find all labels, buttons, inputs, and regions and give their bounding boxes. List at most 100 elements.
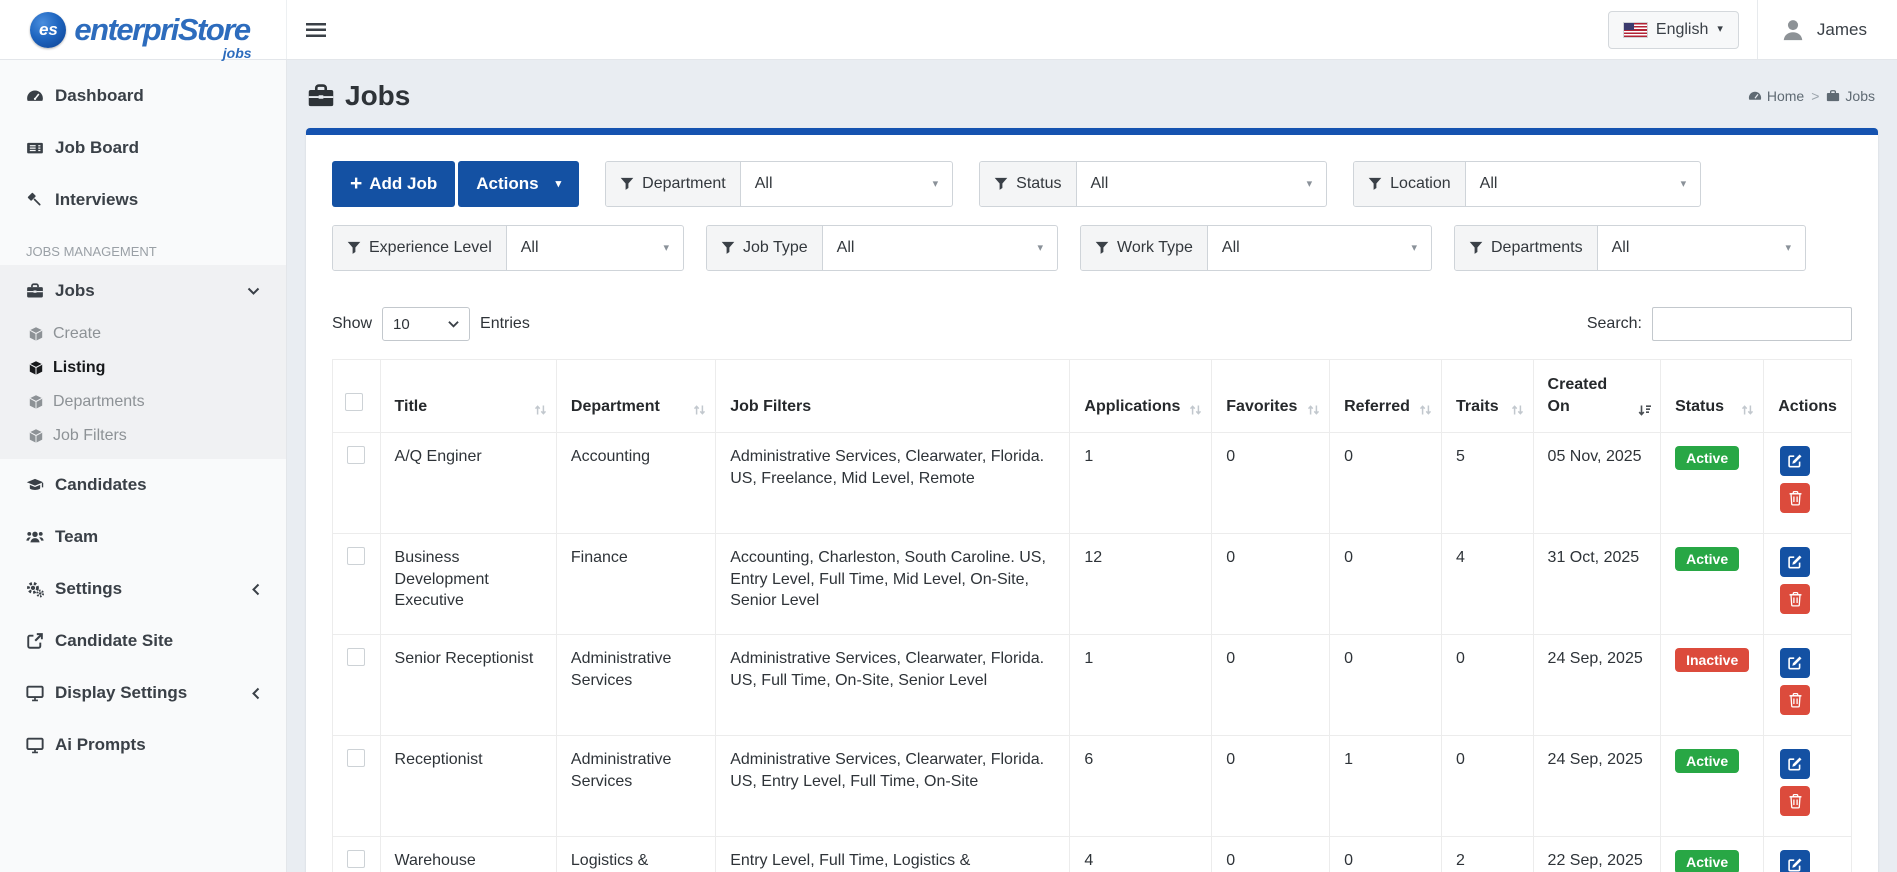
us-flag-icon xyxy=(1623,22,1647,37)
sort-desc-icon xyxy=(1637,403,1652,417)
table-row: Warehouse AssociateLogistics & Warehouse… xyxy=(332,836,1852,872)
row-checkbox[interactable] xyxy=(347,446,366,465)
work-type-select[interactable]: All ▾ xyxy=(1208,226,1431,270)
sidebar-toggle-button[interactable] xyxy=(287,0,345,59)
page-length-select[interactable]: 10 xyxy=(382,307,471,341)
briefcase-icon xyxy=(308,84,334,107)
column-label: Status xyxy=(1675,397,1725,415)
column-label: Title xyxy=(394,397,428,415)
sidebar-item-candidates[interactable]: Candidates xyxy=(0,459,286,511)
department-select[interactable]: All ▾ xyxy=(741,162,952,206)
row-checkbox[interactable] xyxy=(347,648,366,667)
cell-created: 22 Sep, 2025 xyxy=(1532,836,1662,872)
search-input[interactable] xyxy=(1652,307,1852,341)
filter-status: Status All ▾ xyxy=(979,161,1328,207)
status-badge: Inactive xyxy=(1675,648,1750,673)
row-checkbox[interactable] xyxy=(347,850,366,869)
cell-department: Accounting xyxy=(555,432,717,535)
column-header-favorites[interactable]: Favorites xyxy=(1211,358,1331,434)
edit-button[interactable] xyxy=(1780,749,1811,780)
chevron-left-icon xyxy=(252,583,260,595)
cell-actions xyxy=(1763,735,1852,838)
filter-job-type: Job Type All ▾ xyxy=(706,225,1058,271)
column-header-applications[interactable]: Applications xyxy=(1069,358,1213,434)
sidebar-item-dashboard[interactable]: Dashboard xyxy=(0,70,286,122)
delete-button[interactable] xyxy=(1780,584,1811,615)
experience-level-select[interactable]: All ▾ xyxy=(507,226,683,270)
filter-location: Location All ▾ xyxy=(1353,161,1702,207)
cell-filters: Administrative Services, Clearwater, Flo… xyxy=(715,735,1071,838)
job-type-select[interactable]: All ▾ xyxy=(823,226,1057,270)
filter-funnel-icon xyxy=(347,241,361,254)
logo-badge-icon: es xyxy=(30,11,67,48)
cell-department: Finance xyxy=(555,533,717,636)
sidebar-item-departments[interactable]: Departments xyxy=(0,385,286,419)
column-header-status[interactable]: Status xyxy=(1660,358,1765,434)
table-row: Senior Receptionist Administrative Servic… xyxy=(332,634,1852,737)
cell-filters: Entry Level, Full Time, Logistics & Ware… xyxy=(715,836,1071,872)
column-header-created[interactable]: Created On xyxy=(1532,358,1662,434)
breadcrumb-home[interactable]: Home xyxy=(1748,88,1804,104)
row-checkbox[interactable] xyxy=(347,547,366,566)
sidebar-item-ai-prompts[interactable]: Ai Prompts xyxy=(0,719,286,771)
cell-referred: 0 xyxy=(1329,533,1442,636)
actions-dropdown-button[interactable]: Actions ▾ xyxy=(458,161,580,207)
monitor-icon xyxy=(26,685,44,702)
filter-experience-level: Experience Level All ▾ xyxy=(332,225,684,271)
topbar: es enterpriStore jobs English ▾ James xyxy=(0,0,1897,61)
sort-icon xyxy=(533,403,548,417)
delete-button[interactable] xyxy=(1780,685,1811,716)
chevron-down-icon xyxy=(247,287,260,295)
column-header-traits[interactable]: Traits xyxy=(1440,358,1534,434)
logo[interactable]: es enterpriStore jobs xyxy=(0,0,287,61)
delete-button[interactable] xyxy=(1780,786,1811,817)
user-name: James xyxy=(1816,19,1867,39)
edit-button[interactable] xyxy=(1780,446,1811,477)
edit-button[interactable] xyxy=(1780,648,1811,679)
status-select[interactable]: All ▾ xyxy=(1077,162,1327,206)
sidebar-item-jobs[interactable]: Jobs xyxy=(0,265,286,317)
cell-actions xyxy=(1763,432,1852,535)
cell-title: Senior Receptionist xyxy=(379,634,557,737)
user-menu[interactable]: James xyxy=(1758,17,1897,43)
cell-applications: 4 xyxy=(1069,836,1213,872)
edit-button[interactable] xyxy=(1780,850,1811,872)
filter-funnel-icon xyxy=(994,177,1008,190)
cell-filters: Administrative Services, Clearwater, Flo… xyxy=(715,634,1071,737)
column-header-department[interactable]: Department xyxy=(555,358,717,434)
caret-down-icon: ▾ xyxy=(1037,241,1043,254)
location-select[interactable]: All ▾ xyxy=(1466,162,1701,206)
column-header-actions: Actions xyxy=(1763,358,1852,434)
language-label: English xyxy=(1655,20,1709,38)
add-job-button[interactable]: + Add Job xyxy=(332,161,456,207)
sidebar-item-create[interactable]: Create xyxy=(0,317,286,351)
cell-referred: 1 xyxy=(1329,735,1442,838)
departments-select[interactable]: All ▾ xyxy=(1598,226,1805,270)
delete-button[interactable] xyxy=(1780,483,1811,514)
sidebar-item-candidate-site[interactable]: Candidate Site xyxy=(0,615,286,667)
sidebar-item-interviews[interactable]: Interviews xyxy=(0,174,286,226)
cell-department: Logistics & Warehouse xyxy=(555,836,717,872)
monitor-icon xyxy=(26,737,44,754)
sidebar-item-display-settings[interactable]: Display Settings xyxy=(0,667,286,719)
sidebar-item-listing[interactable]: Listing xyxy=(0,351,286,385)
column-header-title[interactable]: Title xyxy=(379,358,557,434)
sidebar-item-job-filters[interactable]: Job Filters xyxy=(0,419,286,453)
row-checkbox[interactable] xyxy=(347,749,366,768)
column-header-referred[interactable]: Referred xyxy=(1329,358,1442,434)
cell-traits: 0 xyxy=(1440,735,1534,838)
user-avatar-icon xyxy=(1783,19,1803,40)
filter-funnel-icon xyxy=(1368,177,1382,190)
language-dropdown[interactable]: English ▾ xyxy=(1607,10,1739,49)
sidebar-item-team[interactable]: Team xyxy=(0,511,286,563)
sort-icon xyxy=(1510,403,1525,417)
sidebar-item-job-board[interactable]: Job Board xyxy=(0,122,286,174)
caret-down-icon: ▾ xyxy=(1785,241,1791,254)
sidebar-item-settings[interactable]: Settings xyxy=(0,563,286,615)
edit-button[interactable] xyxy=(1780,547,1811,578)
select-all-checkbox[interactable] xyxy=(345,392,364,411)
brand-subtitle: jobs xyxy=(222,44,252,61)
caret-down-icon: ▾ xyxy=(1680,177,1687,190)
users-icon xyxy=(26,531,44,543)
sort-icon xyxy=(1188,403,1203,417)
